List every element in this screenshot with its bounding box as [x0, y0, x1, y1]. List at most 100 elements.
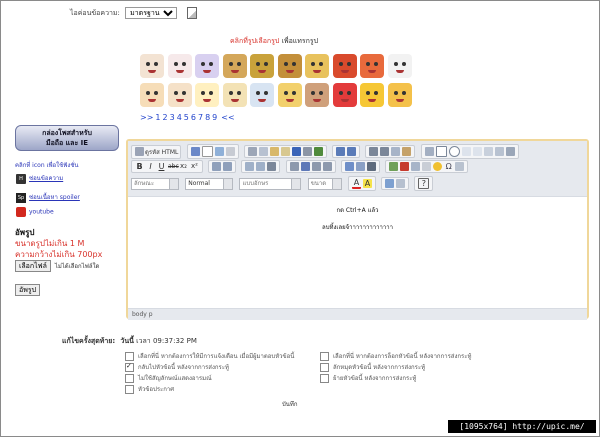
select-all-icon[interactable] — [391, 147, 401, 156]
paste-word-icon[interactable] — [291, 147, 301, 156]
option-row[interactable]: กลับไปหัวข้อนี้ หลังจากการส่งกระทู้ — [125, 361, 315, 373]
option-row[interactable]: ไม่ใช้สัญลักษณ์แสดงอารมณ์ — [125, 373, 315, 384]
remove-format-icon[interactable] — [402, 147, 412, 156]
subscript-icon[interactable]: x₂ — [179, 162, 188, 171]
align-center-icon[interactable] — [300, 162, 310, 171]
maximize-icon[interactable] — [385, 179, 395, 188]
format-combo[interactable]: Normal — [185, 177, 234, 190]
source-button[interactable]: ดูรหัส HTML — [131, 144, 182, 159]
hidden-field-icon[interactable] — [505, 147, 515, 156]
new-page-icon[interactable] — [201, 146, 213, 157]
option-checkbox[interactable] — [320, 363, 329, 372]
text-color-icon[interactable]: A — [351, 178, 361, 189]
strike-icon[interactable]: abc — [168, 162, 179, 171]
form-icon[interactable] — [424, 147, 434, 156]
help-icon[interactable]: ? — [418, 178, 430, 189]
smiley-icon[interactable] — [140, 54, 164, 78]
smiley-icon[interactable] — [387, 54, 412, 78]
indent-icon[interactable] — [256, 162, 266, 171]
option-checkbox[interactable] — [320, 374, 329, 383]
smiley-icon[interactable] — [277, 83, 302, 107]
smiley-icon[interactable] — [195, 54, 219, 78]
templates-icon[interactable] — [225, 147, 235, 156]
pager-page-link[interactable]: 9 — [212, 113, 217, 122]
smiley-icon[interactable] — [305, 54, 329, 78]
show-blocks-icon[interactable] — [396, 179, 406, 188]
superscript-icon[interactable]: x² — [190, 162, 199, 171]
pager-page-link[interactable]: 4 — [177, 113, 182, 122]
choose-file-button[interactable]: เลือกไฟล์ — [15, 260, 51, 272]
smiley-icon[interactable] — [250, 54, 274, 78]
pager-page-link[interactable]: 2 — [163, 113, 168, 122]
save-icon[interactable] — [190, 147, 200, 156]
cut-icon[interactable] — [247, 147, 257, 156]
select-field-icon[interactable] — [483, 147, 493, 156]
editor-body[interactable]: กด Ctrl+A แล้ว ลบทิ้งเลยจ้าาาาาาาาาาาาา — [128, 197, 587, 308]
checkbox-icon[interactable] — [435, 146, 447, 157]
table-icon[interactable] — [411, 162, 421, 171]
unlink-icon[interactable] — [355, 162, 365, 171]
anchor-icon[interactable] — [366, 162, 376, 171]
numbered-list-icon[interactable] — [212, 162, 222, 171]
form-button-icon[interactable] — [494, 147, 504, 156]
align-right-icon[interactable] — [311, 162, 321, 171]
option-row[interactable]: เลือกที่นี่ หากต้องการล็อกหัวข้อนี้ หลัง… — [320, 351, 520, 362]
flash-icon[interactable] — [400, 162, 410, 171]
image-icon[interactable] — [389, 162, 399, 171]
find-icon[interactable] — [369, 147, 379, 156]
style-combo[interactable]: ลักษณะ — [131, 177, 179, 190]
pager-page-link[interactable]: 7 — [198, 113, 203, 122]
pager-page-link[interactable]: 1 — [155, 113, 160, 122]
option-row[interactable]: ย้ายหัวข้อนี้ หลังจากการส่งกระทู้ — [320, 373, 520, 384]
smiley-icon[interactable] — [387, 83, 412, 107]
option-row[interactable]: หัวข้อประกาศ — [125, 384, 315, 395]
option-row[interactable]: เลือกที่นี่ หากต้องการให้มีการแจ้งเตือน … — [125, 351, 315, 362]
save-button[interactable]: บันทึก — [282, 399, 298, 409]
sidebar-item-hide[interactable]: H ซ่อนข้อความ — [16, 173, 63, 184]
smiley-icon[interactable] — [250, 83, 274, 107]
option-checkbox[interactable] — [125, 385, 134, 394]
undo-icon[interactable] — [336, 147, 346, 156]
smiley-icon[interactable] — [433, 162, 443, 171]
sidebar-item-spoiler[interactable]: Sp ซ่อนเนื้อหา spoiler — [16, 192, 80, 203]
bullet-list-icon[interactable] — [223, 162, 233, 171]
redo-icon[interactable] — [347, 147, 357, 156]
smiley-icon[interactable] — [332, 54, 357, 78]
align-justify-icon[interactable] — [322, 162, 332, 171]
smiley-icon[interactable] — [305, 83, 329, 107]
copy-icon[interactable] — [258, 147, 268, 156]
smiley-icon[interactable] — [360, 83, 384, 107]
smiley-icon[interactable] — [360, 54, 384, 78]
smiley-icon[interactable] — [167, 54, 192, 78]
smiley-icon[interactable] — [222, 54, 247, 78]
pager-page-link[interactable]: 8 — [205, 113, 210, 122]
textfield-icon[interactable] — [461, 147, 471, 156]
option-checkbox[interactable] — [125, 361, 134, 372]
underline-icon[interactable]: U — [157, 162, 166, 171]
smiley-icon[interactable] — [332, 83, 357, 107]
size-combo[interactable]: ขนาด — [307, 177, 342, 190]
print-icon[interactable] — [302, 147, 312, 156]
option-row[interactable]: ลักหมุดหัวข้อนี้ หลังจากการส่งกระทู้ — [320, 362, 520, 373]
paste-icon[interactable] — [269, 147, 279, 156]
smiley-icon[interactable] — [222, 83, 247, 107]
option-checkbox[interactable] — [125, 374, 134, 383]
blockquote-icon[interactable] — [267, 162, 277, 171]
link-icon[interactable] — [344, 162, 354, 171]
textarea-icon[interactable] — [472, 147, 482, 156]
font-combo[interactable]: แบบอักษร — [239, 177, 302, 190]
smiley-icon[interactable] — [140, 83, 164, 107]
align-left-icon[interactable] — [289, 162, 299, 171]
horizontal-rule-icon[interactable] — [422, 162, 432, 171]
radio-icon[interactable] — [448, 146, 460, 157]
smiley-icon[interactable] — [277, 54, 302, 78]
pager-page-link[interactable]: 5 — [184, 113, 189, 122]
pager-page-link[interactable]: 6 — [191, 113, 196, 122]
smiley-icon[interactable] — [167, 83, 192, 107]
option-checkbox[interactable] — [125, 352, 134, 361]
page-break-icon[interactable] — [455, 162, 465, 171]
outdent-icon[interactable] — [245, 162, 255, 171]
option-checkbox[interactable] — [320, 352, 329, 361]
bg-color-icon[interactable]: A — [362, 179, 372, 188]
sidebar-item-youtube[interactable]: youtube — [16, 207, 54, 217]
